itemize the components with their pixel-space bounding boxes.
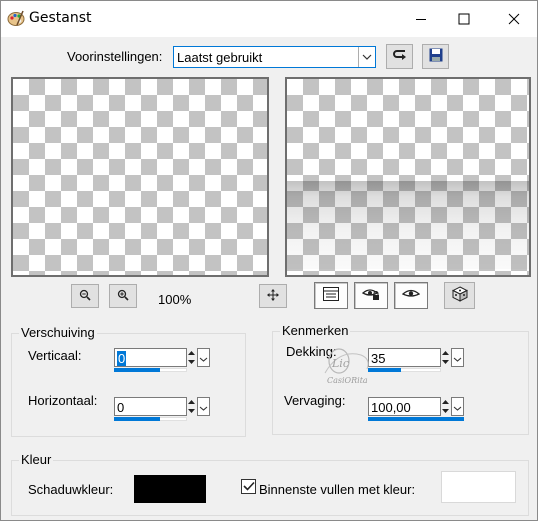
fill-color-swatch[interactable] <box>441 471 516 503</box>
dice-icon <box>451 286 468 305</box>
down-arrow-icon[interactable] <box>186 406 197 415</box>
blur-stepper[interactable] <box>440 397 451 416</box>
shadow-dialog: Gestanst Voorinstellingen: Laatst gebrui… <box>0 0 538 521</box>
randomize-button[interactable] <box>444 282 475 309</box>
minimize-icon <box>415 13 427 25</box>
blur-input[interactable]: 100,00 <box>368 397 441 416</box>
vertical-dropdown-button[interactable] <box>197 348 210 367</box>
opacity-spinbox[interactable]: 35 <box>368 348 464 374</box>
vertical-label: Verticaal: <box>28 348 82 363</box>
horizontal-input[interactable]: 0 <box>114 397 187 416</box>
reset-preset-button[interactable] <box>386 44 413 69</box>
chevron-down-icon <box>199 400 208 414</box>
title-bar[interactable]: Gestanst <box>1 1 537 37</box>
up-arrow-icon[interactable] <box>186 348 197 357</box>
close-button[interactable] <box>491 1 537 37</box>
vertical-input[interactable]: 0 <box>114 348 187 367</box>
eye-lock-icon <box>361 287 380 304</box>
source-preview[interactable] <box>11 77 269 277</box>
zoom-level: 100% <box>158 292 192 307</box>
chevron-down-icon <box>453 351 462 365</box>
zoom-out-button[interactable] <box>71 284 99 308</box>
presets-dropdown[interactable]: Laatst gebruikt <box>173 46 376 68</box>
close-icon <box>508 13 520 25</box>
blur-label: Vervaging: <box>284 393 346 408</box>
vertical-value: 0 <box>117 351 127 366</box>
show-properties-toggle[interactable] <box>314 282 348 309</box>
move-icon <box>267 288 279 304</box>
watermark-signature: Lic CasiORita <box>324 348 369 385</box>
save-preset-button[interactable] <box>422 44 449 69</box>
opacity-stepper[interactable] <box>440 348 451 367</box>
zoom-out-icon <box>79 289 91 304</box>
eye-icon <box>401 288 421 303</box>
shadow-color-label: Schaduwkleur: <box>28 482 114 497</box>
pan-button[interactable] <box>259 284 287 308</box>
opacity-dropdown-button[interactable] <box>451 348 464 367</box>
up-arrow-icon[interactable] <box>440 348 451 357</box>
down-arrow-icon[interactable] <box>440 357 451 366</box>
properties-icon <box>323 287 339 304</box>
proof-toggle[interactable] <box>394 282 428 309</box>
svg-text:CasiORita: CasiORita <box>327 376 368 385</box>
horizontal-dropdown-button[interactable] <box>197 397 210 416</box>
up-arrow-icon[interactable] <box>186 397 197 406</box>
vertical-slider[interactable] <box>114 368 160 372</box>
blur-dropdown-button[interactable] <box>451 397 464 416</box>
window-title: Gestanst <box>29 10 92 26</box>
auto-proof-toggle[interactable] <box>354 282 388 309</box>
horizontal-spinbox[interactable]: 0 <box>114 397 210 423</box>
chevron-down-icon <box>453 400 462 414</box>
horizontal-label: Horizontaal: <box>28 393 98 408</box>
vertical-spinbox[interactable]: 0 <box>114 348 210 374</box>
vertical-stepper[interactable] <box>186 348 197 367</box>
attributes-group-label: Kenmerken <box>280 323 351 338</box>
down-arrow-icon[interactable] <box>186 357 197 366</box>
blur-value: 100,00 <box>371 400 411 415</box>
result-preview[interactable] <box>285 77 531 277</box>
zoom-in-icon <box>117 289 129 304</box>
presets-selected: Laatst gebruikt <box>177 50 263 65</box>
up-arrow-icon[interactable] <box>440 397 451 406</box>
svg-text:Lic: Lic <box>331 357 349 370</box>
horizontal-value: 0 <box>117 400 125 415</box>
minimize-button[interactable] <box>398 1 444 37</box>
checkmark-icon <box>242 480 255 494</box>
chevron-down-icon <box>199 351 208 365</box>
down-arrow-icon[interactable] <box>440 406 451 415</box>
offset-group-label: Verschuiving <box>19 325 97 340</box>
blur-spinbox[interactable]: 100,00 <box>368 397 464 423</box>
reset-icon <box>392 48 408 65</box>
fill-inside-label: Binnenste vullen met kleur: <box>259 482 416 497</box>
horizontal-slider[interactable] <box>114 417 160 421</box>
horizontal-stepper[interactable] <box>186 397 197 416</box>
maximize-icon <box>458 13 470 25</box>
chevron-down-icon <box>358 47 375 67</box>
maximize-button[interactable] <box>441 1 487 37</box>
paint-palette-icon <box>7 9 25 27</box>
blur-slider[interactable] <box>368 417 464 421</box>
shadow-color-swatch[interactable] <box>134 475 206 503</box>
zoom-in-button[interactable] <box>109 284 137 308</box>
save-icon <box>429 48 443 65</box>
color-group-label: Kleur <box>19 452 54 467</box>
fill-inside-checkbox[interactable] <box>241 479 256 494</box>
presets-label: Voorinstellingen: <box>67 49 163 64</box>
shadow-preview-band <box>287 181 529 269</box>
